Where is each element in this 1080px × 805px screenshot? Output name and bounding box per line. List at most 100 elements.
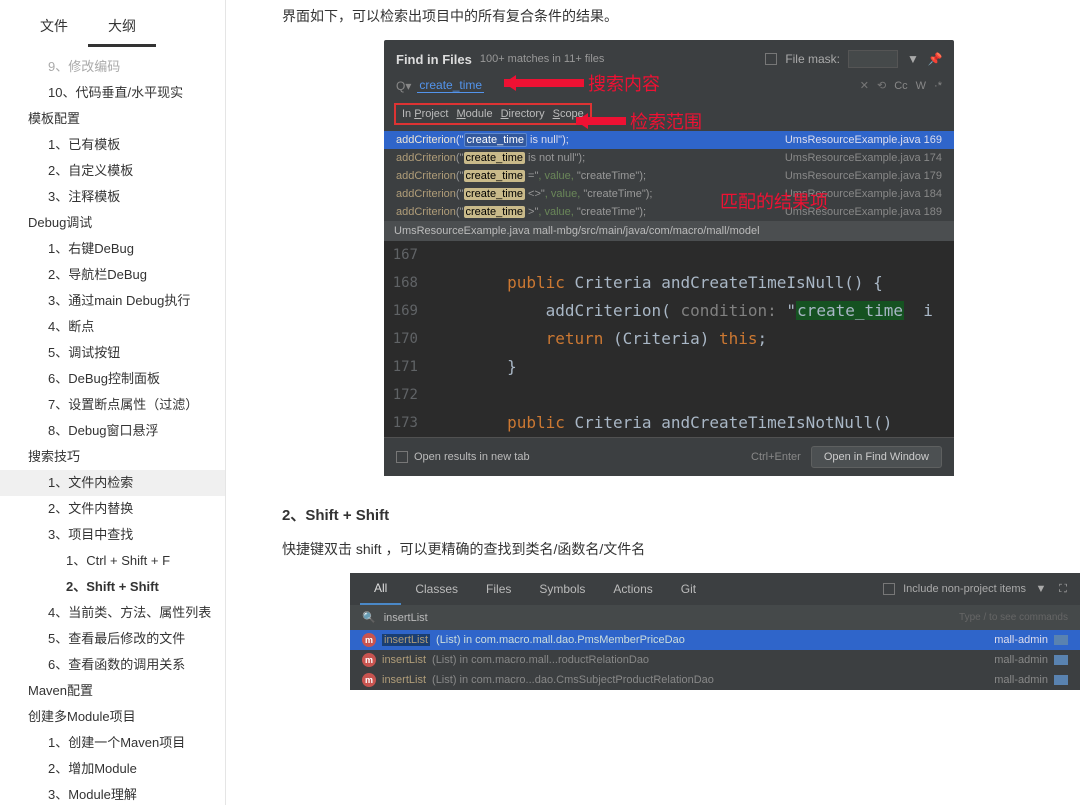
search-everywhere-panel: AllClassesFilesSymbolsActionsGit Include…	[350, 573, 1080, 690]
intro-text: 界面如下，可以检索出项目中的所有复合条件的结果。	[282, 6, 1080, 26]
scope-box: In Project Module Directory Scope	[394, 103, 592, 125]
module-icon	[1054, 675, 1068, 685]
tree-item[interactable]: 5、调试按钮	[0, 340, 225, 366]
case-toggle[interactable]: Cc	[894, 80, 907, 92]
search-icon: 🔍	[362, 611, 376, 624]
code-line: 169 addCriterion( condition: "create_tim…	[384, 297, 954, 325]
fif-path-bar: UmsResourceExample.java mall-mbg/src/mai…	[384, 221, 954, 241]
close-icon[interactable]: ✕	[860, 79, 869, 92]
tree-item[interactable]: 1、右键DeBug	[0, 236, 225, 262]
fif-result-row[interactable]: addCriterion("create_time <>", value, "c…	[384, 185, 954, 203]
se-result-row[interactable]: minsertList(List) in com.macro.mall...ro…	[350, 650, 1080, 670]
fif-result-row[interactable]: addCriterion("create_time is not null");…	[384, 149, 954, 167]
se-search-row: 🔍 insertList Type / to see commands	[350, 605, 1080, 630]
regex-toggle[interactable]: ·*	[934, 80, 942, 92]
tree-item[interactable]: 2、导航栏DeBug	[0, 262, 225, 288]
tree-item[interactable]: 3、项目中查找	[0, 522, 225, 548]
se-result-row[interactable]: minsertList(List) in com.macro.mall.dao.…	[350, 630, 1080, 650]
tree-item[interactable]: 2、增加Module	[0, 756, 225, 782]
include-nonproject-label: Include non-project items	[903, 583, 1026, 595]
tree-item[interactable]: 1、创建一个Maven项目	[0, 730, 225, 756]
tree-item[interactable]: 6、DeBug控制面板	[0, 366, 225, 392]
se-filter-icon[interactable]: ▼	[1034, 582, 1048, 596]
code-line: 168 public Criteria andCreateTimeIsNull(…	[384, 269, 954, 297]
tab-file[interactable]: 文件	[20, 8, 88, 47]
new-tab-checkbox[interactable]	[396, 451, 408, 463]
method-icon: m	[362, 633, 376, 647]
fif-title: Find in Files	[396, 52, 472, 67]
tree-item[interactable]: 9、修改编码	[0, 54, 225, 80]
se-result-row[interactable]: minsertList(List) in com.macro...dao.Cms…	[350, 670, 1080, 690]
fif-footer: Open results in new tab Ctrl+Enter Open …	[384, 437, 954, 476]
tree-item[interactable]: 1、已有模板	[0, 132, 225, 158]
scope-scope[interactable]: Scope	[553, 108, 584, 120]
fif-search-input[interactable]: create_time	[417, 78, 484, 93]
fif-result-row[interactable]: addCriterion("create_time >", value, "cr…	[384, 203, 954, 221]
tree-item[interactable]: 7、设置断点属性（过滤）	[0, 392, 225, 418]
open-find-window-button[interactable]: Open in Find Window	[811, 446, 942, 468]
tab-outline[interactable]: 大纲	[88, 8, 156, 47]
tree-item[interactable]: 3、通过main Debug执行	[0, 288, 225, 314]
tree-item[interactable]: 2、文件内替换	[0, 496, 225, 522]
file-mask-input[interactable]	[848, 50, 898, 68]
tree-item[interactable]: 创建多Module项目	[0, 704, 225, 730]
se-tab-git[interactable]: Git	[667, 574, 710, 604]
include-nonproject-checkbox[interactable]	[883, 583, 895, 595]
se-tab-symbols[interactable]: Symbols	[525, 574, 599, 604]
tree-item[interactable]: 2、自定义模板	[0, 158, 225, 184]
tree-item[interactable]: Maven配置	[0, 678, 225, 704]
tree-item[interactable]: 4、断点	[0, 314, 225, 340]
content-area: 界面如下，可以检索出项目中的所有复合条件的结果。 Find in Files 1…	[226, 0, 1080, 805]
outline-tree: 9、修改编码10、代码垂直/水平现实模板配置1、已有模板2、自定义模板3、注释模…	[0, 48, 225, 805]
fif-results: addCriterion("create_time is null");UmsR…	[384, 131, 954, 221]
fif-header: Find in Files 100+ matches in 11+ files …	[384, 40, 954, 74]
fif-subtitle: 100+ matches in 11+ files	[480, 53, 605, 65]
tree-item[interactable]: 2、Shift + Shift	[0, 574, 225, 600]
fif-code-preview: 167168 public Criteria andCreateTimeIsNu…	[384, 241, 954, 437]
se-tab-files[interactable]: Files	[472, 574, 525, 604]
back-icon[interactable]: ⟲	[877, 79, 886, 92]
filter-icon[interactable]: ▼	[906, 52, 920, 66]
code-line: 171 }	[384, 353, 954, 381]
module-icon	[1054, 655, 1068, 665]
tree-item[interactable]: 搜索技巧	[0, 444, 225, 470]
fif-search-row: Q▾ create_time ✕ ⟲ Cc W ·*	[384, 74, 954, 97]
new-tab-label: Open results in new tab	[414, 451, 530, 463]
file-mask-checkbox[interactable]	[765, 53, 777, 65]
pin-icon[interactable]: 📌	[928, 52, 942, 66]
tree-item[interactable]: 模板配置	[0, 106, 225, 132]
tree-item[interactable]: 5、查看最后修改的文件	[0, 626, 225, 652]
scope-module[interactable]: Module	[456, 108, 492, 120]
word-toggle[interactable]: W	[916, 80, 926, 92]
fif-scope-row: In Project Module Directory Scope	[384, 97, 954, 131]
se-search-input[interactable]: insertList	[384, 612, 428, 624]
scope-directory[interactable]: Directory	[501, 108, 545, 120]
code-line: 167	[384, 241, 954, 269]
tree-item[interactable]: 4、当前类、方法、属性列表	[0, 600, 225, 626]
method-icon: m	[362, 653, 376, 667]
se-tab-classes[interactable]: Classes	[401, 574, 472, 604]
tree-item[interactable]: Debug调试	[0, 210, 225, 236]
se-tabs: AllClassesFilesSymbolsActionsGit Include…	[350, 573, 1080, 605]
sidebar: 文件 大纲 9、修改编码10、代码垂直/水平现实模板配置1、已有模板2、自定义模…	[0, 0, 226, 805]
tree-item[interactable]: 10、代码垂直/水平现实	[0, 80, 225, 106]
section-title-2: 2、Shift + Shift	[282, 504, 1080, 525]
tree-item[interactable]: 3、Module理解	[0, 782, 225, 805]
tree-item[interactable]: 1、文件内检索	[0, 470, 225, 496]
scope-in-project[interactable]: In Project	[402, 108, 448, 120]
fif-result-row[interactable]: addCriterion("create_time is null");UmsR…	[384, 131, 954, 149]
se-tab-all[interactable]: All	[360, 573, 401, 605]
se-hint: Type / to see commands	[959, 612, 1068, 623]
tree-item[interactable]: 1、Ctrl + Shift + F	[0, 548, 225, 574]
tree-item[interactable]: 3、注释模板	[0, 184, 225, 210]
se-results: minsertList(List) in com.macro.mall.dao.…	[350, 630, 1080, 690]
se-tab-actions[interactable]: Actions	[599, 574, 666, 604]
se-expand-icon[interactable]: ⛶	[1056, 582, 1070, 596]
tree-item[interactable]: 6、查看函数的调用关系	[0, 652, 225, 678]
search-prefix-icon: Q▾	[396, 79, 411, 93]
file-mask-label: File mask:	[785, 52, 840, 66]
fif-result-row[interactable]: addCriterion("create_time =", value, "cr…	[384, 167, 954, 185]
sidebar-tabs: 文件 大纲	[0, 0, 225, 48]
desc-2: 快捷键双击 shift ，可以更精确的查找到类名/函数名/文件名	[282, 539, 1080, 559]
tree-item[interactable]: 8、Debug窗口悬浮	[0, 418, 225, 444]
